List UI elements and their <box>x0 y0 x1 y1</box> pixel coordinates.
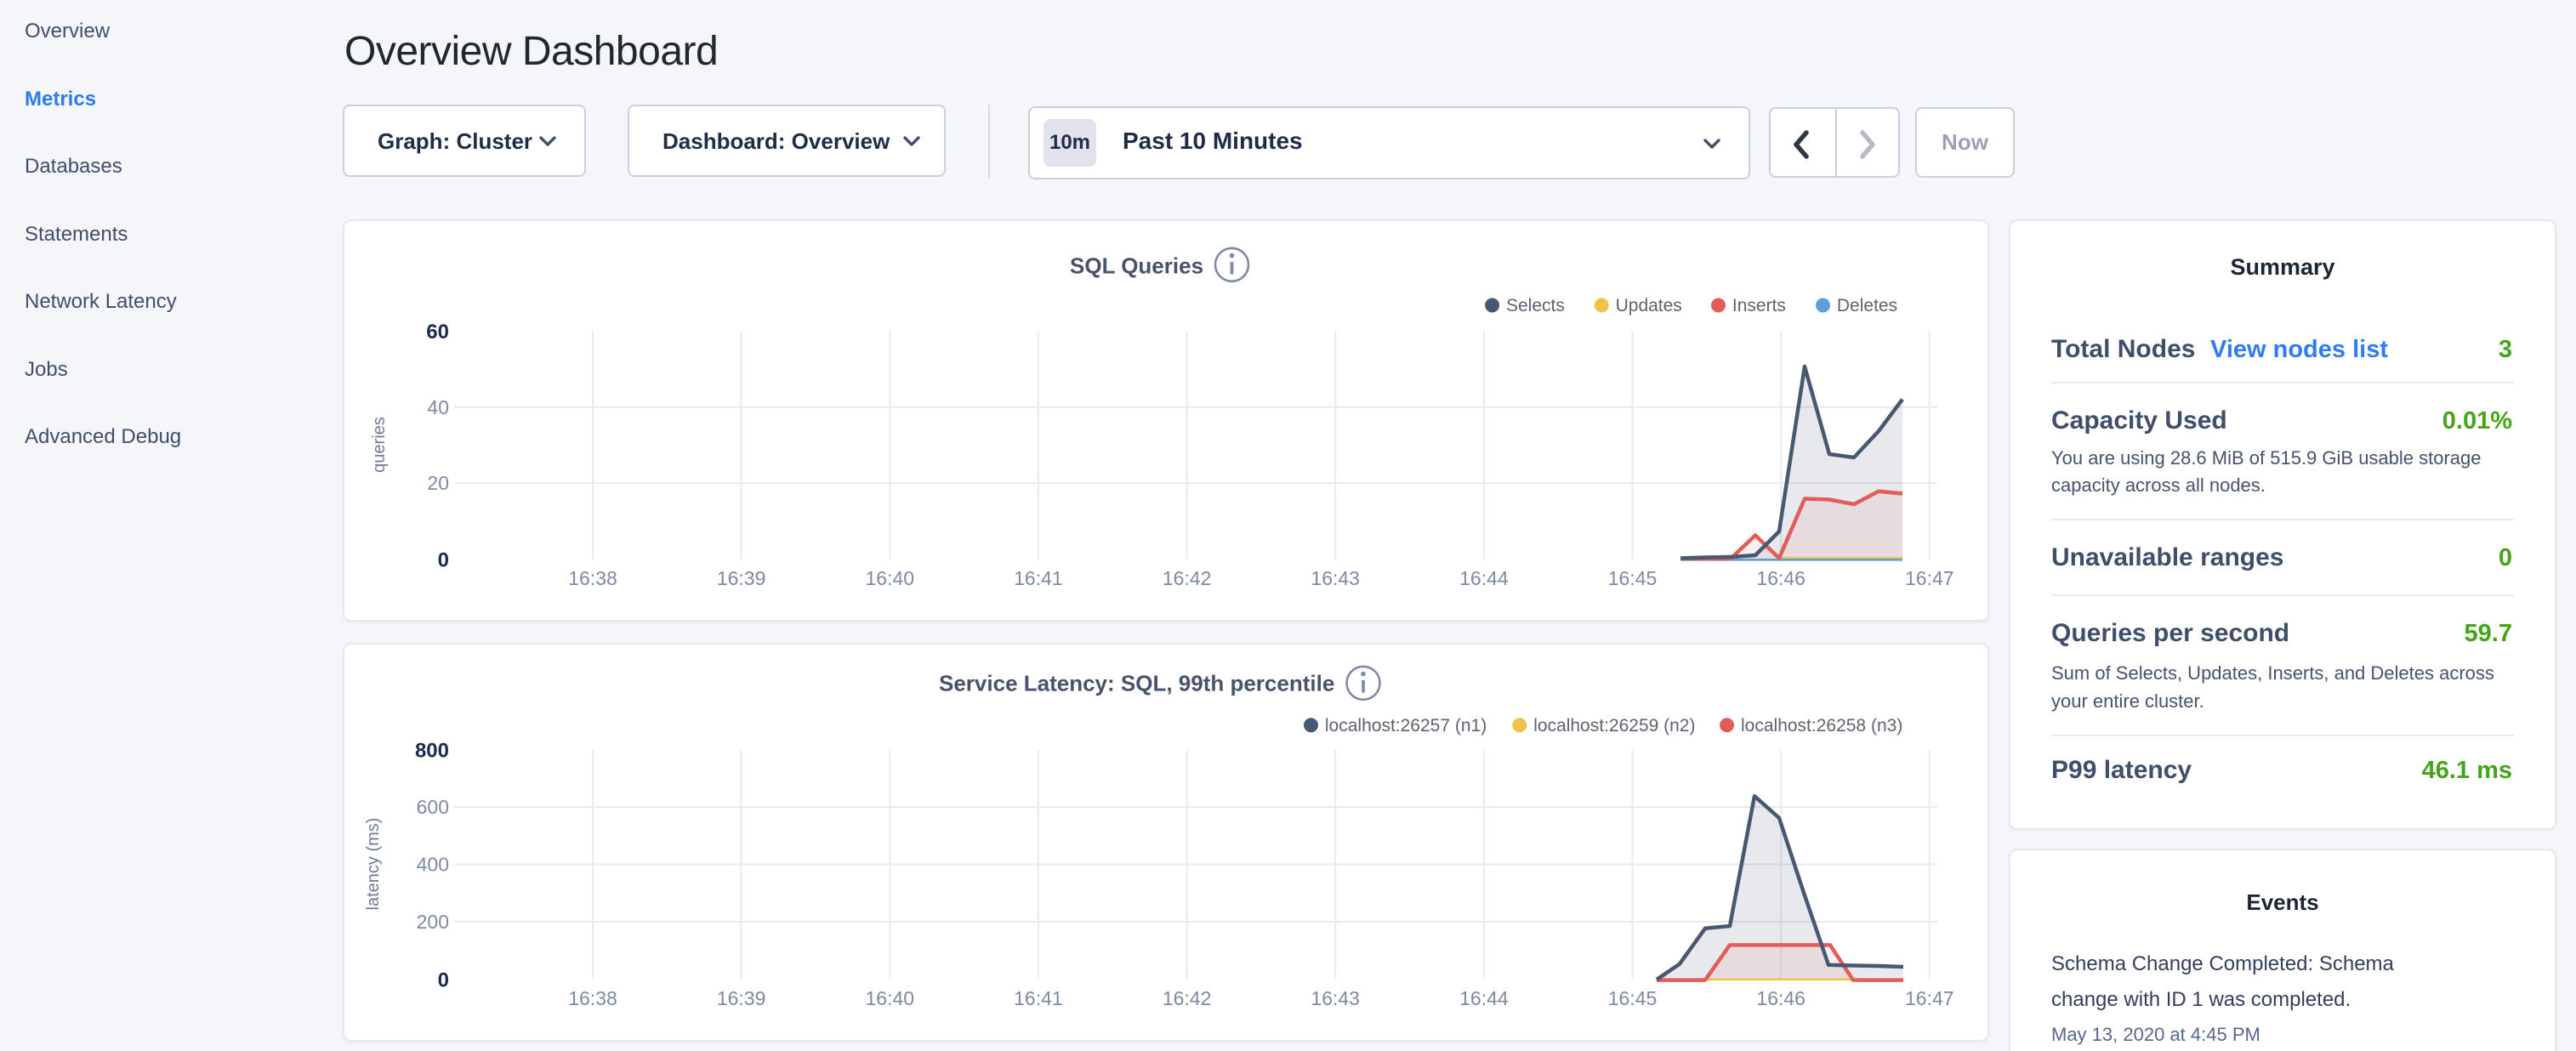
svg-text:SQL Queries: SQL Queries <box>1070 253 1203 279</box>
svg-text:16:42: 16:42 <box>1163 567 1212 589</box>
svg-text:400: 400 <box>417 854 449 876</box>
svg-text:0: 0 <box>438 969 449 991</box>
svg-text:16:47: 16:47 <box>1905 987 1954 1009</box>
svg-text:16:38: 16:38 <box>568 567 617 589</box>
svg-text:16:41: 16:41 <box>1014 567 1063 589</box>
svg-text:16:41: 16:41 <box>1014 987 1063 1009</box>
svg-text:16:40: 16:40 <box>866 987 915 1009</box>
svg-text:localhost:26258 (n3): localhost:26258 (n3) <box>1741 716 1902 736</box>
svg-text:16:47: 16:47 <box>1905 567 1954 589</box>
svg-text:16:39: 16:39 <box>717 987 766 1009</box>
svg-text:800: 800 <box>415 739 449 762</box>
svg-text:60: 60 <box>426 321 449 344</box>
svg-text:Deletes: Deletes <box>1837 296 1897 315</box>
svg-text:16:39: 16:39 <box>717 567 766 589</box>
svg-text:16:43: 16:43 <box>1311 567 1360 589</box>
svg-text:20: 20 <box>427 472 449 494</box>
svg-text:16:42: 16:42 <box>1163 987 1212 1009</box>
svg-text:16:45: 16:45 <box>1608 567 1658 589</box>
svg-text:queries: queries <box>370 417 389 473</box>
svg-text:localhost:26257 (n1): localhost:26257 (n1) <box>1325 716 1487 736</box>
svg-text:200: 200 <box>417 911 449 933</box>
svg-text:latency (ms): latency (ms) <box>364 818 383 911</box>
svg-text:40: 40 <box>427 396 449 418</box>
svg-text:16:38: 16:38 <box>568 987 617 1009</box>
svg-text:16:45: 16:45 <box>1608 987 1658 1009</box>
svg-text:Updates: Updates <box>1616 296 1682 315</box>
svg-text:16:46: 16:46 <box>1756 987 1805 1009</box>
svg-text:16:40: 16:40 <box>866 567 915 589</box>
svg-text:Service Latency: SQL, 99th per: Service Latency: SQL, 99th percentile <box>939 670 1334 696</box>
svg-text:16:44: 16:44 <box>1459 987 1509 1009</box>
svg-text:Selects: Selects <box>1506 296 1565 315</box>
svg-text:16:46: 16:46 <box>1756 567 1805 589</box>
svg-text:localhost:26259 (n2): localhost:26259 (n2) <box>1533 716 1695 736</box>
svg-text:16:43: 16:43 <box>1311 987 1360 1009</box>
svg-text:0: 0 <box>438 548 449 571</box>
svg-text:600: 600 <box>417 796 449 818</box>
svg-text:Inserts: Inserts <box>1732 296 1786 315</box>
svg-text:16:44: 16:44 <box>1459 567 1509 589</box>
